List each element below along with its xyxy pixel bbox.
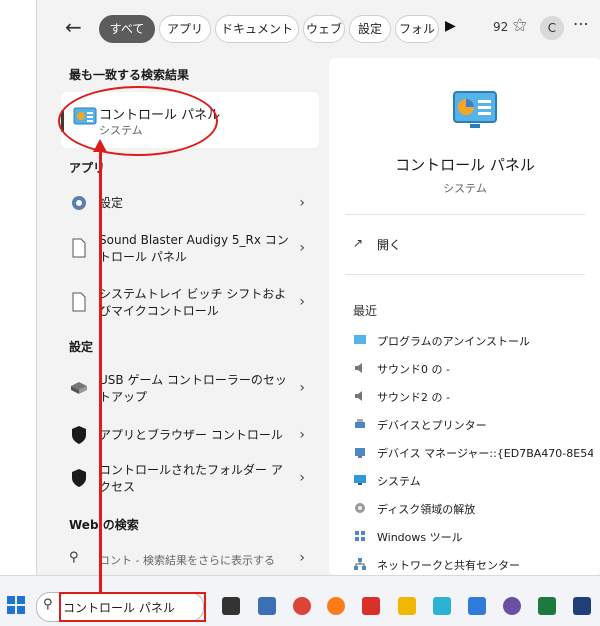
annotation-highlight-oval [58, 86, 218, 156]
best-match-heading: 最も一致する検索結果 [69, 68, 190, 82]
file-explorer-icon[interactable] [398, 597, 416, 615]
chevron-right-icon[interactable]: › [299, 240, 305, 256]
settings-heading: 設定 [69, 340, 94, 354]
more-options-icon[interactable]: ⋯ [573, 14, 590, 33]
recent-item[interactable]: ネットワークと共有センター [353, 556, 593, 574]
details-pane: コントロール パネル システム ↗ 開く 最近 プログラムのアンインストール サ… [329, 58, 600, 575]
control-panel-icon [354, 335, 366, 344]
windows-start-icon[interactable] [7, 596, 25, 614]
filter-bar: ← すべて アプリ ドキュメント ウェブ 設定 フォル ▶ 92 ⚝ C ⋯ [37, 0, 600, 58]
chevron-right-icon[interactable]: › [299, 470, 305, 486]
chevron-right-icon[interactable]: › [299, 550, 305, 566]
recent-item-label: ネットワークと共有センター [377, 559, 520, 572]
gear-icon [72, 196, 86, 210]
recent-item[interactable]: システム [353, 472, 593, 490]
tab-all[interactable]: すべて [99, 15, 155, 43]
rewards-icon[interactable]: ⚝ [513, 17, 527, 33]
recent-item-label: システム [377, 475, 421, 488]
recent-item-label: サウンド2 の - [377, 391, 450, 404]
setting-item-label: USB ゲーム コントローラーのセットアップ [99, 373, 287, 404]
recent-item[interactable]: Windows ツール [353, 528, 593, 546]
recent-item-label: ディスク領域の解放 [377, 503, 476, 516]
tab-apps[interactable]: アプリ [159, 15, 211, 43]
recent-item[interactable]: デバイス マネージャー::{ED7BA470-8E54-465E-825... [353, 444, 593, 462]
excel-icon[interactable] [538, 597, 556, 615]
network-icon [354, 558, 366, 570]
divider [345, 214, 585, 215]
printer-icon [355, 419, 365, 428]
app-store-icon[interactable] [258, 597, 276, 615]
divider [345, 274, 585, 275]
monitor-icon [354, 475, 366, 485]
remote-desktop-icon[interactable] [468, 597, 486, 615]
scroll-right-icon[interactable]: ▶ [445, 18, 456, 34]
notepad-icon[interactable] [433, 597, 451, 615]
app-icon-network[interactable] [503, 597, 521, 615]
tab-web[interactable]: ウェブ [303, 15, 345, 43]
tab-documents[interactable]: ドキュメント [215, 15, 299, 43]
recent-item-label: プログラムのアンインストール [377, 335, 531, 348]
annotation-arrow [99, 150, 102, 594]
document-icon [72, 238, 86, 258]
open-label: 開く [377, 238, 402, 252]
recent-item-label: サウンド0 の - [377, 363, 450, 376]
disk-cleanup-icon [355, 503, 365, 513]
rewards-points: 92 [493, 20, 509, 34]
annotation-highlight-box [59, 592, 206, 622]
recent-item[interactable]: プログラムのアンインストール [353, 332, 593, 350]
setting-item-label: コントロールされたフォルダー アクセス [99, 463, 283, 494]
task-view-icon[interactable] [222, 597, 240, 615]
web-search-heading: Web の検索 [69, 518, 139, 532]
chevron-right-icon[interactable]: › [299, 427, 305, 443]
web-search-label: コント - 検索結果をさらに表示する [99, 554, 275, 567]
document-icon [72, 292, 86, 312]
tab-folders[interactable]: フォル [395, 15, 439, 43]
shield-icon [72, 469, 86, 487]
chevron-right-icon[interactable]: › [299, 195, 305, 211]
recent-item[interactable]: サウンド0 の - [353, 360, 593, 378]
gamepad-icon [71, 382, 87, 394]
app-item-label: システムトレイ ビッチ シフトおよびマイクコントロール [99, 287, 287, 318]
details-title: コントロール パネル [395, 156, 535, 174]
recent-item-label: デバイス マネージャー::{ED7BA470-8E54-465E-825... [377, 447, 593, 460]
app-item-label: Sound Blaster Audigy 5_Rx コントロール パネル [99, 233, 289, 264]
app-icon[interactable] [362, 597, 380, 615]
search-icon: ⚲ [43, 597, 53, 612]
search-icon: ⚲ [69, 550, 79, 565]
firefox-icon[interactable] [327, 597, 345, 615]
chevron-right-icon[interactable]: › [299, 294, 305, 310]
tab-settings[interactable]: 設定 [349, 15, 391, 43]
speaker-icon [355, 391, 362, 401]
avatar[interactable]: C [540, 16, 564, 40]
recent-heading: 最近 [353, 304, 378, 318]
open-external-icon: ↗ [353, 236, 364, 250]
device-manager-icon [355, 448, 365, 458]
recent-item[interactable]: サウンド2 の - [353, 388, 593, 406]
app-item-label: 設定 [99, 196, 124, 210]
setting-item-label: アプリとブラウザー コントロール [99, 428, 283, 442]
recent-item[interactable]: デバイスとプリンター [353, 416, 593, 434]
chrome-icon[interactable] [293, 597, 311, 615]
recent-item[interactable]: ディスク領域の解放 [353, 500, 593, 518]
chevron-right-icon[interactable]: › [299, 380, 305, 396]
windows-tools-icon [355, 531, 365, 541]
recent-item-label: デバイスとプリンター [377, 419, 487, 432]
speaker-icon [355, 363, 362, 373]
control-panel-icon [453, 91, 497, 128]
shield-icon [72, 426, 86, 444]
desktop-background-strip [0, 0, 36, 575]
app-icon-blue[interactable] [573, 597, 591, 615]
recent-item-label: Windows ツール [377, 531, 463, 544]
details-subtitle: システム [443, 182, 487, 195]
back-arrow-icon[interactable]: ← [65, 15, 82, 39]
